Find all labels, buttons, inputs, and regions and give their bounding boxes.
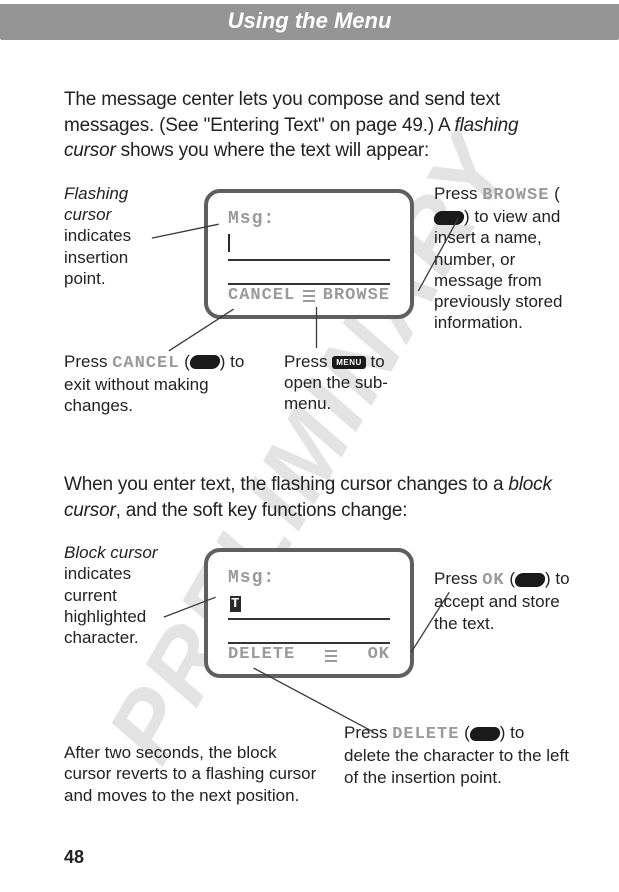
menu-icon-2 — [325, 650, 337, 662]
annotation-block-cursor: Block cursor indicates current highlight… — [64, 542, 169, 648]
ann-em: Flashing cursor — [64, 184, 128, 224]
mid-paragraph: When you enter text, the flashing cursor… — [64, 472, 573, 523]
phone-screen-2: Msg: DELETE OK — [204, 548, 414, 678]
diagram-1: Flashing cursor indicates insertion poin… — [64, 183, 573, 453]
msg-label2: Msg — [228, 566, 263, 590]
ann-plain: indicates insertion point. — [64, 226, 131, 288]
phone-screen-1: Msg: CANCEL BROWSE — [204, 189, 414, 319]
softkey-browse: BROWSE — [323, 285, 390, 308]
softkey-right-icon — [433, 211, 465, 225]
t2: ( — [179, 352, 189, 371]
menu-key-icon: MENU — [332, 356, 366, 369]
mb: , and the soft key functions change: — [116, 500, 408, 521]
softkey-ok: OK — [368, 644, 390, 667]
diagram-2: Block cursor indicates current highlight… — [64, 542, 573, 832]
softkey-cancel: CANCEL — [228, 285, 295, 308]
annotation-ok: Press OK () to accept and store the text… — [434, 568, 572, 634]
sk-delete: DELETE — [392, 725, 459, 744]
msg-colon2: : — [263, 566, 275, 590]
sk-cancel: CANCEL — [112, 354, 179, 373]
annotation-browse: Press BROWSE ( ) to view and insert a nam… — [434, 183, 572, 334]
sk-browse: BROWSE — [482, 186, 549, 205]
intro-text-b: shows you where the text will appear: — [116, 140, 429, 161]
sk-ok: OK — [482, 571, 504, 590]
t2: ( — [505, 569, 515, 588]
ma: When you enter text, the flashing cursor… — [64, 474, 508, 495]
t: Press — [284, 352, 332, 371]
softkey-right-icon-2 — [514, 573, 546, 587]
menu-icon — [303, 290, 315, 302]
t2: ( — [549, 184, 559, 203]
t: Press — [434, 184, 482, 203]
t2: ( — [459, 723, 469, 742]
annotation-delete: Press DELETE () to delete the character … — [344, 722, 572, 788]
t3: ) to view and insert a name, number, or … — [434, 207, 563, 332]
softkey-delete: DELETE — [228, 644, 295, 667]
ap: indicates current highlighted character. — [64, 564, 146, 647]
page-number: 48 — [64, 847, 84, 868]
msg-label: Msg — [228, 207, 263, 231]
softkey-left-icon-2 — [469, 727, 501, 741]
block-cursor-icon — [230, 596, 241, 612]
t: Press — [434, 569, 482, 588]
annotation-flashing-cursor: Flashing cursor indicates insertion poin… — [64, 183, 154, 289]
t: Press — [344, 723, 392, 742]
flashing-cursor-icon — [228, 234, 230, 252]
t: Press — [64, 352, 112, 371]
msg-colon: : — [263, 207, 275, 231]
ae: Block cursor — [64, 543, 158, 562]
annotation-menu: Press MENU to open the sub-menu. — [284, 351, 414, 415]
softkey-left-icon — [189, 355, 221, 369]
page-title-bar: Using the Menu — [0, 4, 619, 40]
intro-paragraph: The message center lets you compose and … — [64, 87, 573, 164]
annotation-cancel: Press CANCEL () to exit without making c… — [64, 351, 264, 417]
annotation-two-seconds: After two seconds, the block cursor reve… — [64, 742, 324, 806]
intro-text-a: The message center lets you compose and … — [64, 89, 500, 136]
